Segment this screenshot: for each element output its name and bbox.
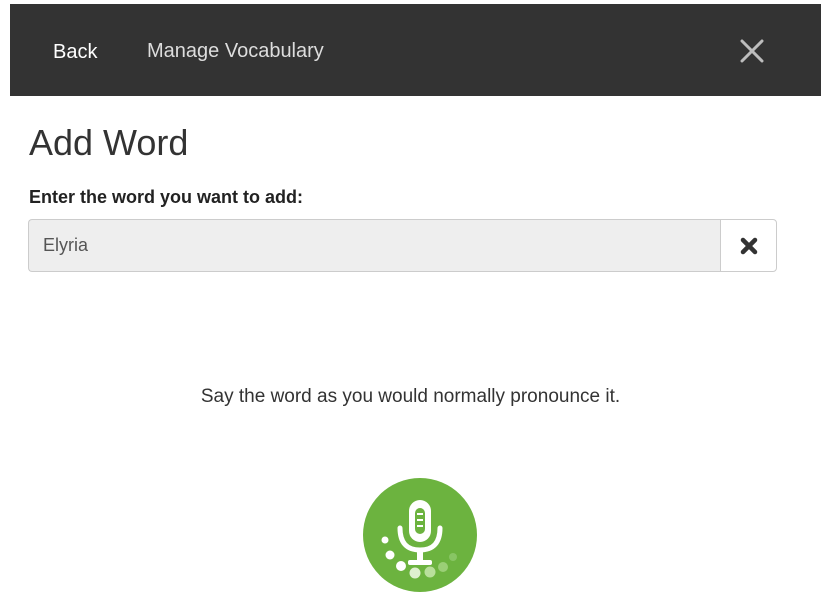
word-input-group: [28, 219, 777, 274]
pronunciation-instruction: Say the word as you would normally prono…: [200, 386, 621, 407]
word-input[interactable]: [28, 219, 720, 272]
add-word-page: Back Manage Vocabulary Add Word Enter th…: [0, 0, 821, 592]
microphone-icon: [363, 478, 477, 592]
manage-vocabulary-link[interactable]: Manage Vocabulary: [147, 39, 324, 63]
close-icon: [740, 39, 764, 63]
close-button[interactable]: [736, 35, 768, 67]
clear-icon: [740, 237, 757, 254]
record-button[interactable]: [363, 478, 477, 592]
back-button[interactable]: Back: [53, 40, 97, 64]
word-field-label: Enter the word you want to add:: [29, 187, 303, 207]
clear-button[interactable]: [720, 219, 777, 272]
page-title: Add Word: [29, 122, 189, 163]
top-navigation-bar: Back Manage Vocabulary: [10, 4, 821, 96]
